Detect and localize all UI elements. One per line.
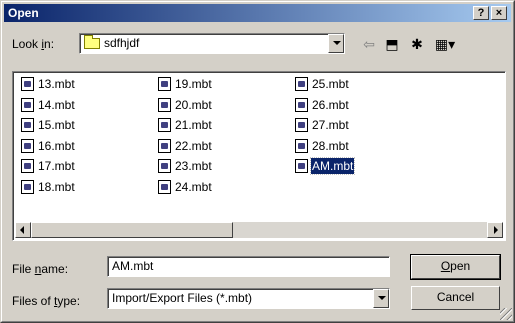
mbt-file-icon: [21, 98, 34, 112]
mbt-file-icon: [295, 159, 308, 173]
mbt-file-icon: [158, 118, 171, 132]
mbt-file-icon: [158, 139, 171, 153]
title-bar[interactable]: Open ? ×: [4, 4, 511, 22]
file-type-value: Import/Export Files (*.mbt): [112, 291, 253, 305]
mbt-file-icon: [21, 159, 34, 173]
look-in-label: Look in:: [12, 37, 55, 51]
mbt-file-icon: [21, 77, 34, 91]
file-name: 26.mbt: [312, 98, 349, 112]
mbt-file-icon: [158, 159, 171, 173]
mbt-file-icon: [21, 139, 34, 153]
file-name: AM.mbt: [309, 157, 356, 175]
mbt-file-icon: [295, 77, 308, 91]
file-name: 23.mbt: [175, 159, 212, 173]
dialog-title: Open: [8, 6, 39, 20]
look-in-dropdown[interactable]: sdfhjdf: [79, 33, 345, 54]
close-button[interactable]: ×: [491, 6, 507, 20]
mbt-file-icon: [158, 98, 171, 112]
file-name-value: AM.mbt: [112, 259, 154, 273]
horizontal-scrollbar[interactable]: [15, 222, 503, 238]
file-name-input[interactable]: AM.mbt: [107, 256, 390, 277]
scroll-left-button[interactable]: [15, 222, 31, 238]
mbt-file-icon: [21, 180, 34, 194]
new-folder-icon[interactable]: ✱: [406, 34, 428, 54]
file-name: 14.mbt: [38, 98, 75, 112]
scroll-right-button[interactable]: [487, 222, 503, 238]
file-name: 15.mbt: [38, 118, 75, 132]
file-name: 18.mbt: [38, 180, 75, 194]
back-arrow-icon[interactable]: ⇦: [358, 34, 380, 54]
resize-grip[interactable]: [500, 308, 512, 320]
file-name: 25.mbt: [312, 77, 349, 91]
file-name: 13.mbt: [38, 77, 75, 91]
folder-icon: [84, 35, 100, 49]
file-name: 22.mbt: [175, 139, 212, 153]
look-in-value: sdfhjdf: [104, 36, 140, 50]
file-type-dropdown[interactable]: Import/Export Files (*.mbt): [107, 288, 390, 309]
open-button[interactable]: Open: [410, 254, 501, 280]
mbt-file-icon: [21, 118, 34, 132]
mbt-file-icon: [158, 180, 171, 194]
scrollbar-thumb[interactable]: [31, 222, 233, 238]
file-name: 28.mbt: [312, 139, 349, 153]
file-name: 21.mbt: [175, 118, 212, 132]
file-name-label: File name:: [12, 262, 69, 276]
look-in-dropdown-arrow[interactable]: [328, 34, 344, 53]
mbt-file-icon: [295, 98, 308, 112]
file-type-dropdown-arrow[interactable]: [373, 289, 389, 308]
file-type-label: Files of type:: [12, 294, 81, 308]
mbt-file-icon: [295, 139, 308, 153]
file-name: 16.mbt: [38, 139, 75, 153]
file-name: 24.mbt: [175, 180, 212, 194]
up-one-level-icon[interactable]: ⬒: [381, 34, 403, 54]
file-name: 17.mbt: [38, 159, 75, 173]
mbt-file-icon: [158, 77, 171, 91]
file-name: 19.mbt: [175, 77, 212, 91]
mbt-file-icon: [295, 118, 308, 132]
open-dialog: Open ? × Look in: sdfhjdf ⇦ ⬒ ✱ ▦▾ 13.mb…: [0, 0, 515, 323]
file-name: 20.mbt: [175, 98, 212, 112]
file-list[interactable]: 13.mbt 14.mbt 15.mbt 16.mbt 17.mbt 18.mbt 19.m…: [12, 71, 506, 241]
file-name: 27.mbt: [312, 118, 349, 132]
cancel-button[interactable]: Cancel: [411, 286, 500, 310]
help-button[interactable]: ?: [473, 6, 489, 20]
view-menu-icon[interactable]: ▦▾: [431, 34, 459, 54]
